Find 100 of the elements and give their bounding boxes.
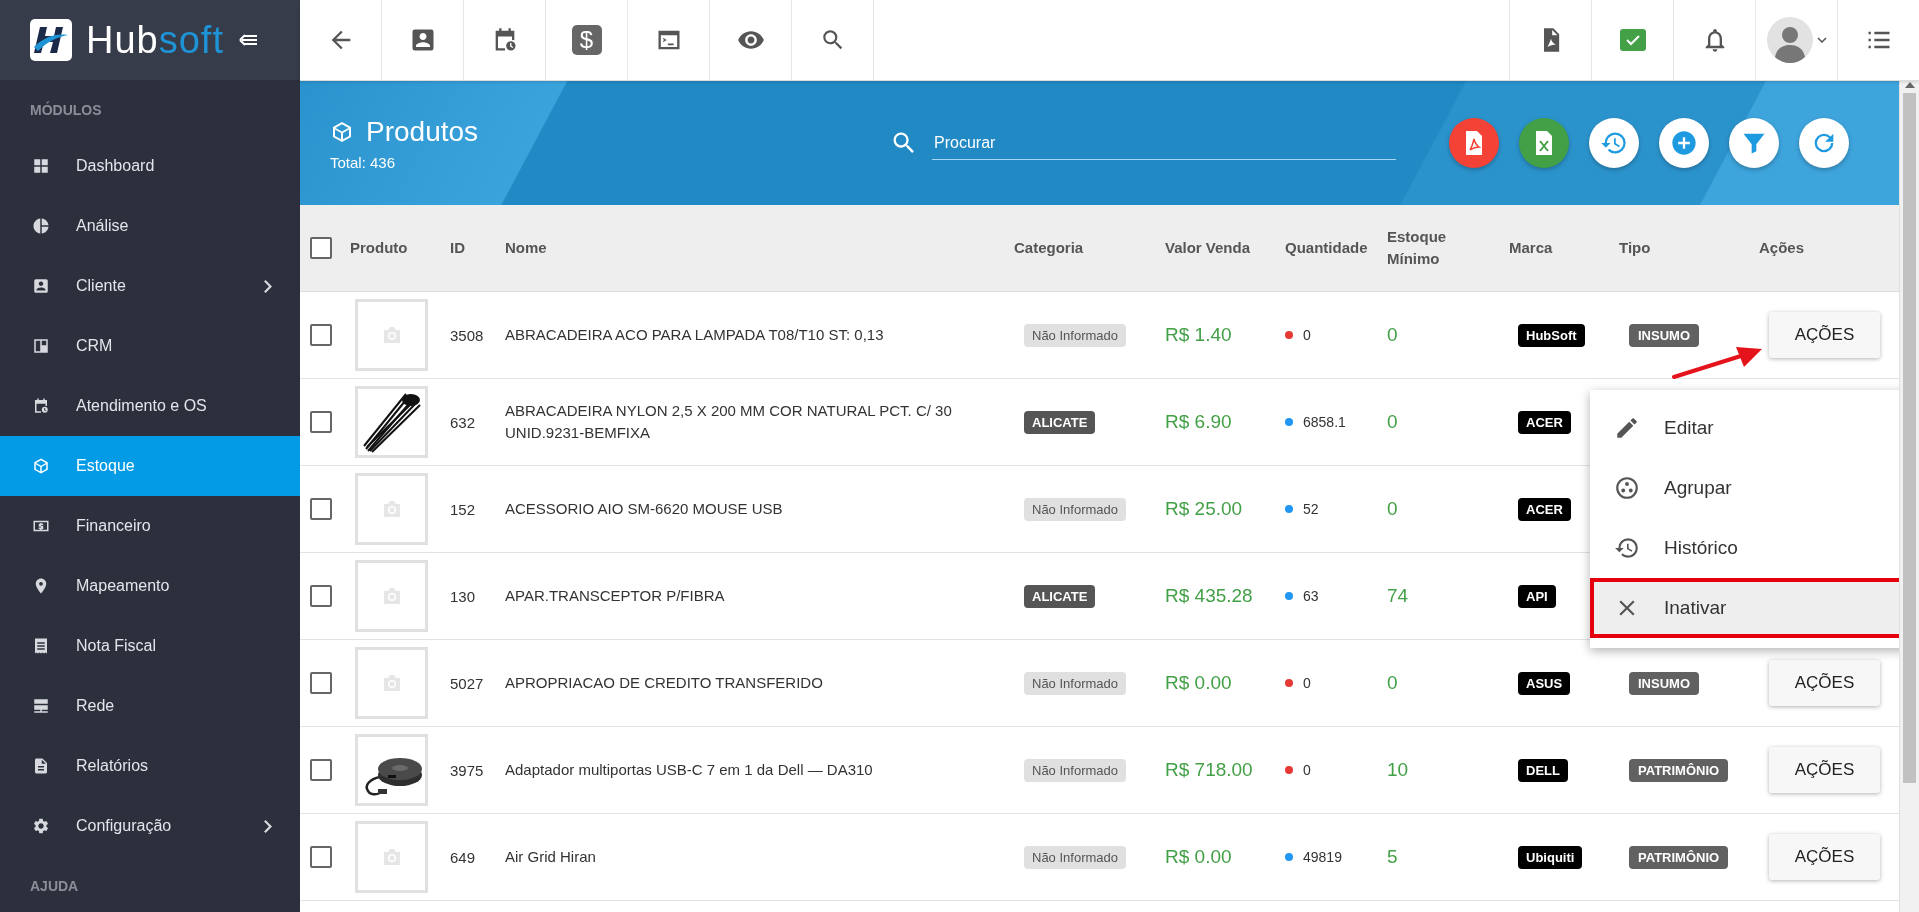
menu-item[interactable]: Agrupar — [1590, 458, 1899, 518]
minimum-stock: 0 — [1387, 324, 1399, 346]
menu-item[interactable]: Histórico — [1590, 518, 1899, 578]
server-icon — [32, 697, 50, 715]
toolbar-button[interactable] — [710, 0, 792, 80]
sidebar-item[interactable]: Configuração — [0, 796, 300, 856]
column-header: Quantidade — [1285, 237, 1369, 258]
product-name: APAR.TRANSCEPTOR P/FIBRA — [505, 586, 726, 607]
price: R$ 0.00 — [1165, 672, 1233, 694]
checkbox[interactable] — [310, 846, 332, 868]
round-action-button[interactable] — [1449, 118, 1499, 168]
price: R$ 6.90 — [1165, 411, 1233, 433]
toolbar-button[interactable] — [1509, 0, 1591, 80]
sidebar-item[interactable]: Mapeamento — [0, 556, 300, 616]
sidebar-item[interactable]: CRM — [0, 316, 300, 376]
category-tag: ALICATE — [1024, 584, 1096, 608]
brand-tag: DELL — [1518, 758, 1568, 782]
minimum-stock: 0 — [1387, 411, 1399, 433]
actions-button[interactable]: AÇÕES — [1769, 747, 1880, 793]
sidebar-item[interactable]: Relatórios — [0, 736, 300, 796]
toolbar-button[interactable] — [628, 0, 710, 80]
product-name: Adaptador multiportas USB-C 7 em 1 da Dell — DA310 — [505, 760, 874, 781]
round-action-button[interactable] — [1729, 118, 1779, 168]
calendar-clock-icon — [32, 397, 50, 415]
toolbar-button[interactable] — [464, 0, 546, 80]
logo-text: Hubsoft — [86, 18, 224, 62]
product-name: ABRACADEIRA ACO PARA LAMPADA T08/T10 ST: 0,13 — [505, 325, 885, 346]
product-name: ACESSORIO AIO SM-6620 MOUSE USB — [505, 499, 784, 520]
product-id: 649 — [450, 848, 477, 866]
camera-icon — [381, 848, 402, 866]
camera-icon — [381, 500, 402, 518]
quantity: 63 — [1303, 588, 1319, 604]
column-header: Marca — [1509, 237, 1554, 258]
scrollbar-thumb[interactable] — [1903, 93, 1916, 783]
product-name: ABRACADEIRA NYLON 2,5 X 200 MM COR NATURAL PCT. C/ 30 UNID.9231-BEMFIXA — [505, 401, 953, 443]
brand-tag: ACER — [1518, 410, 1571, 434]
chevron-right-icon — [264, 819, 272, 833]
round-action-button[interactable] — [1659, 118, 1709, 168]
round-action-button[interactable] — [1519, 118, 1569, 168]
brand-tag: HubSoft — [1518, 323, 1585, 347]
plus-icon — [1670, 129, 1698, 157]
toolbar-button[interactable] — [1591, 0, 1673, 80]
sidebar-item[interactable]: Rede — [0, 676, 300, 736]
settings-icon — [32, 817, 50, 835]
round-action-button[interactable] — [1799, 118, 1849, 168]
product-name: Air Grid Hiran — [505, 847, 597, 868]
column-header: Nome — [505, 237, 548, 258]
minimum-stock: 74 — [1387, 585, 1410, 607]
actions-button[interactable]: AÇÕES — [1769, 312, 1880, 358]
column-header: Ações — [1759, 237, 1806, 258]
history-icon — [1614, 535, 1640, 561]
minimum-stock: 10 — [1387, 759, 1410, 781]
cube-icon — [32, 457, 50, 475]
page-title: Produtos — [366, 115, 479, 148]
menu-item[interactable]: Inativar — [1590, 578, 1899, 638]
minimum-stock: 0 — [1387, 672, 1399, 694]
logo-icon — [30, 19, 72, 61]
collapse-menu-icon[interactable] — [237, 32, 258, 48]
grid-icon — [32, 157, 50, 175]
quantity: 0 — [1303, 762, 1311, 778]
column-header: Estoque Mínimo — [1387, 226, 1448, 269]
checkbox[interactable] — [310, 498, 332, 520]
board-icon — [32, 337, 50, 355]
menu-item[interactable]: Editar — [1590, 398, 1899, 458]
toolbar-button[interactable] — [1755, 0, 1837, 80]
quantity: 0 — [1303, 675, 1311, 691]
checkbox[interactable] — [310, 237, 332, 259]
group-icon — [1614, 475, 1640, 501]
sidebar-item[interactable]: Nota Fiscal — [0, 616, 300, 676]
checkbox[interactable] — [310, 411, 332, 433]
sidebar-item[interactable]: Dashboard — [0, 136, 300, 196]
checkbox[interactable] — [310, 759, 332, 781]
checkbox[interactable] — [310, 585, 332, 607]
actions-button[interactable]: AÇÕES — [1769, 834, 1880, 880]
actions-button[interactable]: AÇÕES — [1769, 660, 1880, 706]
search-field[interactable]: Procurar — [932, 126, 1396, 160]
column-header: Categoria — [1014, 237, 1085, 258]
product-id: 3508 — [450, 326, 485, 344]
sidebar-item[interactable]: Financeiro — [0, 496, 300, 556]
sidebar-item[interactable]: Atendimento e OS — [0, 376, 300, 436]
sidebar-item[interactable]: Cliente — [0, 256, 300, 316]
checkbox[interactable] — [310, 672, 332, 694]
camera-icon — [381, 587, 402, 605]
round-action-button[interactable] — [1589, 118, 1639, 168]
product-id: 152 — [450, 500, 477, 518]
toolbar-button[interactable]: $ — [546, 0, 628, 80]
sidebar-item[interactable]: Análise — [0, 196, 300, 256]
section-label: AJUDA — [29, 877, 80, 896]
quantity: 6858.1 — [1303, 414, 1346, 430]
checkbox[interactable] — [310, 324, 332, 346]
chevron-right-icon — [264, 279, 272, 293]
category-tag: Não Informado — [1024, 323, 1126, 347]
dollar-icon: $ — [571, 25, 602, 55]
price: R$ 1.40 — [1165, 324, 1233, 346]
quantity: 52 — [1303, 501, 1319, 517]
product-id: 130 — [450, 587, 477, 605]
quantity: 0 — [1303, 327, 1311, 343]
toolbar-button[interactable] — [382, 0, 464, 80]
category-tag: Não Informado — [1024, 845, 1126, 869]
receipt-icon — [32, 637, 50, 655]
